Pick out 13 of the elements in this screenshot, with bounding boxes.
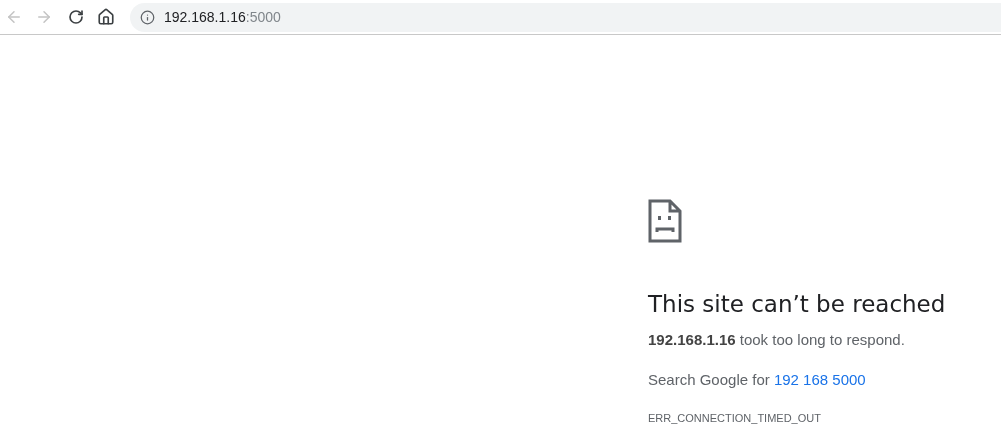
url-host: 192.168.1.16 [164,7,246,27]
error-code: ERR_CONNECTION_TIMED_OUT [648,411,822,426]
search-suggestion: Search Google for 192 168 5000 [648,369,867,390]
forward-arrow-icon [35,8,53,26]
search-link[interactable]: 192 168 5000 [773,370,866,388]
info-icon[interactable] [140,9,155,25]
reload-icon [68,9,84,25]
error-message: 192.168.1.16 took too long to respond. [648,330,906,350]
url-port: :5000 [245,7,281,27]
address-bar[interactable]: 192.168.1.16:5000 [130,2,1001,32]
error-title: This site can’t be reached [648,290,947,319]
home-icon [97,8,115,26]
sad-page-icon [648,199,682,243]
